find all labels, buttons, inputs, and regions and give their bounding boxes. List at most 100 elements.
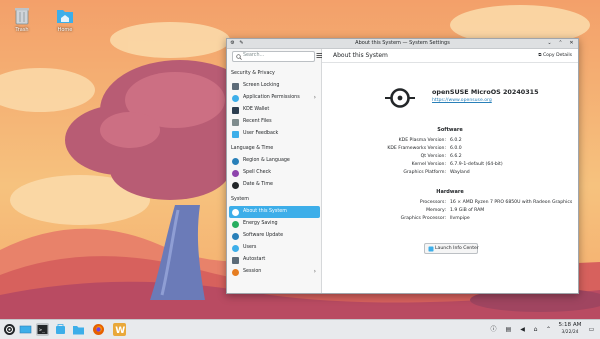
sidebar-item-about-this-system[interactable]: About this System [229, 206, 320, 218]
section-heading-system: System [231, 197, 249, 202]
launch-info-center-label: Launch Info Center [435, 246, 479, 251]
sidebar-item-label: Screen Locking [243, 83, 280, 88]
clock-icon [232, 182, 239, 189]
launch-info-center-button[interactable]: Launch Info Center [424, 243, 479, 254]
sidebar-item-label: Date & Time [243, 182, 273, 187]
info-key: Graphics Platform: [403, 170, 446, 175]
clock-time[interactable]: 5:18 AM [557, 322, 583, 328]
autostart-icon [232, 257, 239, 264]
section-heading-security: Security & Privacy [231, 71, 275, 76]
terminal-icon[interactable]: >_ [36, 323, 49, 336]
page-header: About this System ⧉ Copy Details [322, 49, 578, 63]
peek-desktop-icon[interactable]: ▭ [588, 326, 595, 333]
screen-lock-icon [232, 83, 239, 90]
sidebar-item-label: Spell Check [243, 170, 271, 175]
info-key: KDE Frameworks Version: [387, 146, 446, 151]
maximize-button[interactable]: ⌃ [557, 40, 564, 47]
sidebar-item-region-language[interactable]: Region & Language [229, 155, 320, 167]
sidebar-item-label: KDE Wallet [243, 107, 270, 112]
firefox-icon[interactable] [92, 323, 105, 336]
info-key: KDE Plasma Version: [398, 138, 446, 143]
info-value: 6.0.0 [450, 146, 462, 151]
info-row-processors: Processors: 16 × AMD Ryzen 7 PRO 6850U w… [322, 200, 578, 208]
minimize-button[interactable]: ⌄ [546, 40, 553, 47]
about-page: About this System ⧉ Copy Details openSUS… [322, 49, 578, 293]
desktop-icon-trash[interactable]: Trash [2, 5, 42, 33]
feedback-icon [232, 131, 239, 138]
shield-icon [232, 95, 239, 102]
sidebar-item-software-update[interactable]: Software Update [229, 230, 320, 242]
copy-details-label: Copy Details [542, 53, 572, 58]
sidebar-item-label: About this System [243, 209, 287, 214]
users-icon [232, 245, 239, 252]
close-button[interactable]: ✕ [568, 40, 575, 47]
info-key: Qt Version: [420, 154, 446, 159]
discover-store-icon[interactable] [54, 323, 67, 336]
sidebar-item-screen-locking[interactable]: Screen Locking [229, 80, 320, 92]
page-title: About this System [333, 52, 388, 59]
software-heading: Software [437, 127, 463, 133]
notifications-icon[interactable]: ⓘ [490, 326, 497, 333]
sidebar-item-label: Energy Saving [243, 221, 278, 226]
info-value: 6.6.2 [450, 154, 462, 159]
os-name: openSUSE MicroOS 20240315 [432, 88, 539, 96]
opensuse-logo-icon [385, 88, 415, 108]
sidebar-item-label: User Feedback [243, 131, 279, 136]
app-launcher-icon[interactable] [3, 323, 16, 336]
energy-icon [232, 221, 239, 228]
info-row-qt: Qt Version: 6.6.2 [322, 154, 578, 162]
pager-icon[interactable] [19, 323, 32, 336]
clock-date[interactable]: 3/22/24 [557, 330, 583, 335]
desktop-icon-home[interactable]: Home [45, 5, 85, 33]
info-key: Memory: [426, 208, 446, 213]
sidebar-item-label: Users [243, 245, 257, 250]
info-row-memory: Memory: 1.9 GiB of RAM [322, 208, 578, 216]
sidebar-item-application-permissions[interactable]: Application Permissions › [229, 92, 320, 104]
taskbar: >_ W ⓘ ▤ ◀ ⌂ ⌃ 5:18 AM 3/22/24 ▭ [0, 319, 600, 339]
section-heading-language-time: Language & Time [231, 146, 274, 151]
copy-details-button[interactable]: ⧉ Copy Details [538, 52, 572, 58]
update-icon [232, 233, 239, 240]
system-settings-window: ⚙ ✎ About this System — System Settings … [226, 38, 579, 294]
sidebar-item-kde-wallet[interactable]: KDE Wallet [229, 104, 320, 116]
sidebar-item-label: Region & Language [243, 158, 290, 163]
tray-expand-icon[interactable]: ⌃ [545, 326, 552, 333]
volume-icon[interactable]: ◀ [519, 326, 526, 333]
desktop-icon-label: Trash [15, 27, 29, 33]
sidebar-item-date-time[interactable]: Date & Time [229, 179, 320, 191]
recent-files-icon [232, 119, 239, 126]
info-key: Kernel Version: [411, 162, 446, 167]
sidebar-item-user-feedback[interactable]: User Feedback [229, 128, 320, 140]
sidebar-item-label: Session [243, 269, 262, 274]
info-center-icon [428, 246, 434, 251]
sidebar-item-energy-saving[interactable]: Energy Saving [229, 218, 320, 230]
chevron-right-icon: › [313, 268, 316, 275]
sidebar-item-label: Software Update [243, 233, 284, 238]
sidebar-item-users[interactable]: Users [229, 242, 320, 254]
search-icon [236, 53, 242, 60]
window-title: About this System — System Settings [355, 40, 450, 46]
info-value: 6.7.9-1-default (64-bit) [450, 162, 503, 167]
window-titlebar[interactable]: ⚙ ✎ About this System — System Settings … [227, 39, 578, 49]
info-value: llvmpipe [450, 216, 470, 221]
info-row-graphics-platform: Graphics Platform: Wayland [322, 170, 578, 178]
chevron-right-icon: › [313, 94, 316, 101]
sidebar-item-session[interactable]: Session › [229, 266, 320, 278]
info-value: 1.9 GiB of RAM [450, 208, 485, 213]
app-w-icon[interactable]: W [113, 323, 126, 336]
sidebar-item-recent-files[interactable]: Recent Files [229, 116, 320, 128]
info-value: Wayland [450, 170, 470, 175]
sidebar-item-label: Recent Files [243, 119, 272, 124]
svg-text:W: W [115, 326, 125, 336]
clipboard-icon[interactable]: ▤ [505, 326, 512, 333]
search-input[interactable]: Search… [232, 51, 315, 62]
search-placeholder: Search… [243, 53, 265, 58]
home-folder-icon [57, 10, 73, 23]
network-icon[interactable]: ⌂ [532, 326, 539, 333]
info-icon [232, 209, 239, 216]
os-website-link[interactable]: https://www.opensuse.org [432, 98, 492, 103]
sidebar-item-autostart[interactable]: Autostart [229, 254, 320, 266]
sidebar-item-spell-check[interactable]: Spell Check [229, 167, 320, 179]
file-manager-icon[interactable] [72, 323, 85, 336]
info-key: Processors: [419, 200, 446, 205]
